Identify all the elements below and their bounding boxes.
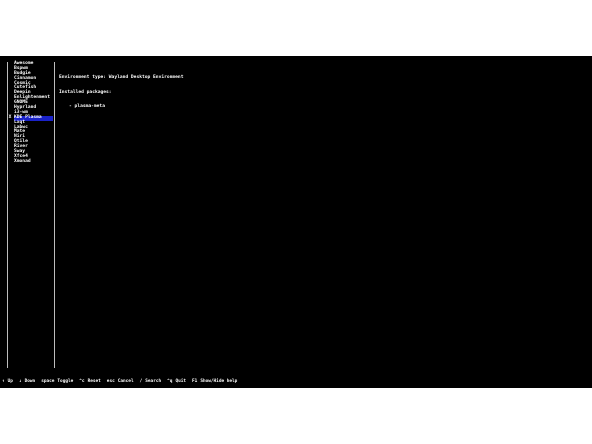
keybinding-hint: F1 Show/Hide help [192,379,238,385]
keybinding-hint: / Search [139,379,162,385]
list-item-label: Xmonad [14,158,31,164]
details-panel: Environment type: Wayland Desktop Enviro… [59,66,579,120]
keybinding-hint: space Toggle [41,379,74,385]
action-label: Search [145,379,162,384]
action-label: Up [7,379,13,384]
action-label: Down [24,379,36,384]
key-label: / [139,379,143,384]
keybinding-hint: ↓ Down [18,379,36,385]
key-label: space [41,379,55,384]
keybinding-hint: ^q Quit [167,379,187,385]
environment-type-text: Environment type: Wayland Desktop Enviro… [59,74,184,80]
action-label: Quit [175,379,187,384]
action-label: Reset [87,379,101,384]
desktop-environment-list[interactable]: Awesome Bspwm Budgie Cinnamon Cosmic Cutefish… [7,61,55,368]
installed-packages-heading: Installed packages: [59,89,112,95]
action-label: Cancel [117,379,134,384]
key-label: ^c [79,379,85,384]
keybinding-hint: ^c Reset [79,379,101,385]
key-label: ↓ [18,379,22,384]
package-list: - plasma-meta [59,104,579,110]
action-label: Show/Hide help [200,379,238,384]
terminal-window: Awesome Bspwm Budgie Cinnamon Cosmic Cutefish… [0,56,592,388]
list-right-border [54,62,55,368]
key-label: ^q [167,379,173,384]
key-label: F1 [192,379,198,384]
list-item[interactable]: Xmonad [7,158,54,165]
action-label: Toggle [57,379,74,384]
key-label: esc [106,379,115,384]
keybinding-help-bar: ↑ Up ↓ Down space Toggle ^c Reset esc Cancel / Sear… [2,379,243,385]
keybinding-hint: esc Cancel [106,379,134,385]
keybinding-hint: ↑ Up [2,379,13,385]
package-item: - plasma-meta [69,104,105,110]
key-label: ↑ [2,379,5,384]
list-items: Awesome Bspwm Budgie Cinnamon Cosmic Cutefish… [7,61,54,165]
